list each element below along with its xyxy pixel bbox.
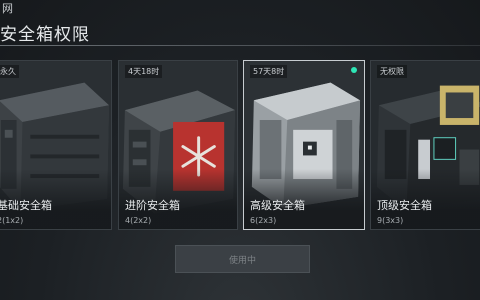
- card-duration: 永久: [0, 65, 19, 78]
- card-name: 进阶安全箱: [125, 199, 180, 212]
- card-capacity: 6(2x3): [250, 216, 277, 225]
- page-title: 安全箱权限: [0, 25, 90, 45]
- card-duration: 57天8时: [250, 65, 288, 78]
- safebox-card-list: 永久 基础安全箱 2(1x2) 4天18时 进阶安全箱 4(2x2): [0, 60, 480, 230]
- corner-tag: 网: [2, 2, 13, 15]
- selected-indicator-icon: [351, 67, 357, 73]
- safebox-card-basic[interactable]: 永久 基础安全箱 2(1x2): [0, 60, 112, 230]
- in-use-button[interactable]: 使用中: [175, 245, 310, 273]
- safebox-card-top[interactable]: 无权限 顶级安全箱 9(3x3): [370, 60, 480, 230]
- card-name: 基础安全箱: [0, 199, 52, 212]
- card-capacity: 4(2x2): [125, 216, 152, 225]
- safebox-card-advanced[interactable]: 4天18时 进阶安全箱 4(2x2): [118, 60, 238, 230]
- card-name: 高级安全箱: [250, 199, 305, 212]
- title-divider: [0, 45, 480, 46]
- card-capacity: 2(1x2): [0, 216, 24, 225]
- card-duration: 4天18时: [125, 65, 163, 78]
- safebox-card-premium[interactable]: 57天8时 高级安全箱 6(2x3): [243, 60, 365, 230]
- card-name: 顶级安全箱: [377, 199, 432, 212]
- card-capacity: 9(3x3): [377, 216, 404, 225]
- card-duration: 无权限: [377, 65, 407, 78]
